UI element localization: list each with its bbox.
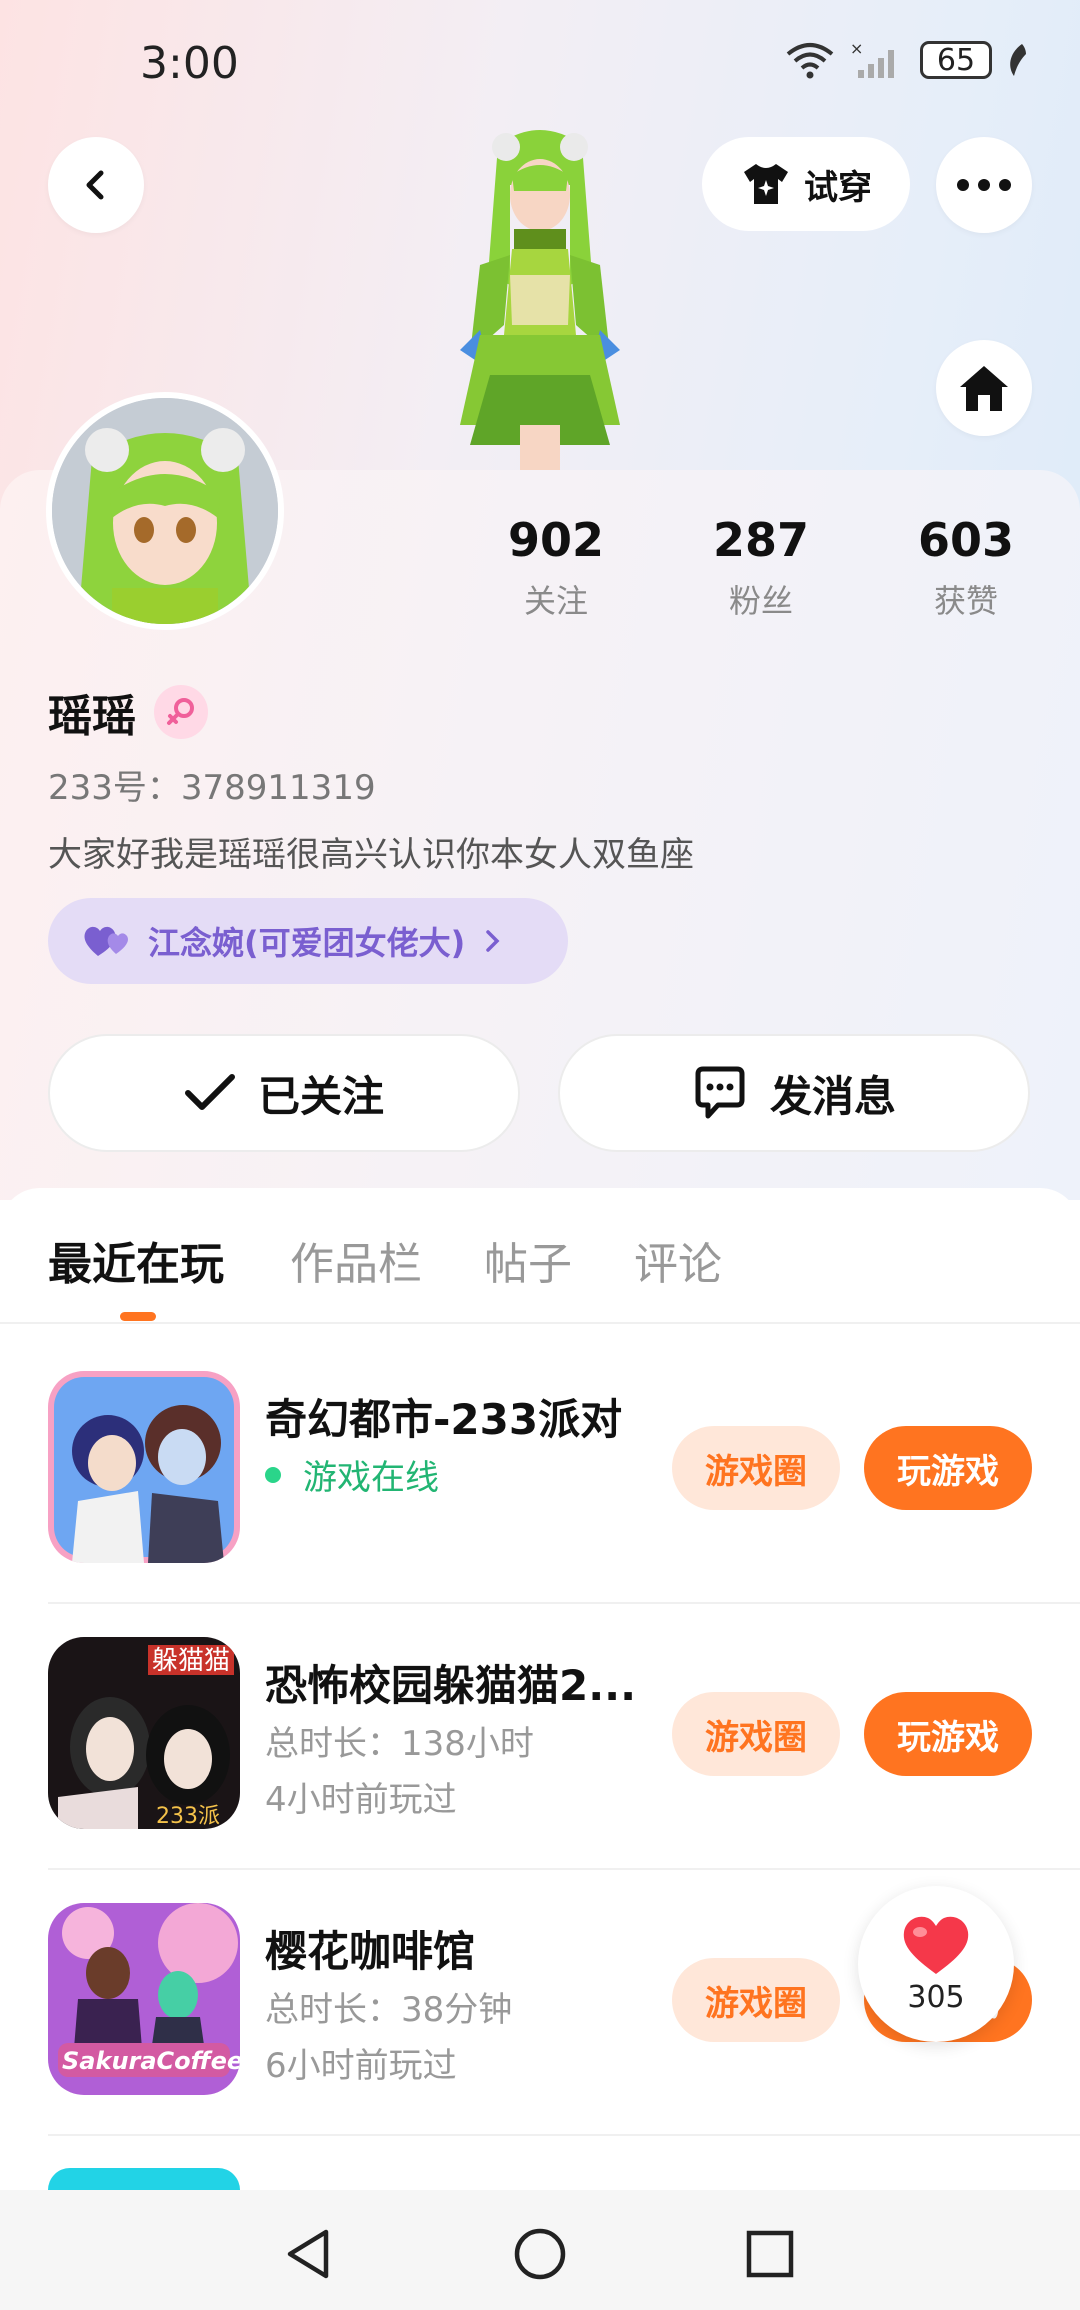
- play-duration: 总时长：138小时: [265, 1724, 534, 1764]
- home-icon: [960, 366, 1008, 411]
- floating-like-button[interactable]: 305: [858, 1886, 1014, 2042]
- send-message-label: 发消息: [769, 1071, 896, 1121]
- last-played: 6小时前玩过: [265, 2046, 457, 2086]
- profile-name-row: 瑶瑶: [48, 680, 208, 744]
- tab-divider: [0, 1322, 1080, 1324]
- more-dots-icon: [957, 179, 1011, 191]
- tshirt-icon: [744, 164, 788, 204]
- battery-indicator: 65: [920, 41, 992, 79]
- stat-fans[interactable]: 287 粉丝: [681, 512, 841, 622]
- game-list-item[interactable]: 躲猫猫 233派 恐怖校园躲猫猫2... 总时长：138小时 4小时前玩过 游戏…: [0, 1604, 1080, 1870]
- stat-value: 603: [917, 513, 1015, 567]
- wifi-icon: [786, 43, 834, 79]
- user-id: 233号：378911319: [48, 768, 376, 808]
- back-button[interactable]: [48, 137, 144, 233]
- more-options-button[interactable]: [936, 137, 1032, 233]
- last-played: 4小时前玩过: [265, 1780, 457, 1820]
- play-game-button[interactable]: 玩游戏: [864, 1692, 1032, 1776]
- stat-label: 关注: [523, 582, 588, 620]
- game-icon-partial: [48, 2168, 240, 2190]
- game-title: 樱花咖啡馆: [265, 1927, 476, 1976]
- nav-back-icon[interactable]: [282, 2226, 338, 2282]
- game-circle-button[interactable]: 游戏圈: [672, 1958, 840, 2042]
- play-duration: 总时长：38分钟: [265, 1990, 513, 2030]
- try-on-label: 试穿: [804, 167, 872, 208]
- followed-button[interactable]: 已关注: [48, 1034, 520, 1152]
- stat-value: 287: [712, 513, 810, 567]
- status-time: 3:00: [140, 38, 239, 89]
- game-icon-image: 躲猫猫 233派: [48, 1637, 240, 1829]
- leaf-icon: [1010, 44, 1026, 76]
- followed-label: 已关注: [257, 1071, 384, 1121]
- row-divider: [48, 2134, 1080, 2136]
- svg-text:233派: 233派: [156, 1804, 220, 1829]
- signal-icon: ×: [850, 40, 894, 78]
- stat-value: 902: [507, 513, 605, 567]
- game-title: 恐怖校园躲猫猫2...: [265, 1661, 637, 1710]
- stat-following[interactable]: 902 关注: [476, 512, 636, 622]
- check-icon: [184, 1074, 235, 1110]
- tab-comments[interactable]: 评论: [634, 1228, 722, 1292]
- try-on-button[interactable]: 试穿: [702, 137, 910, 231]
- stat-likes[interactable]: 603 获赞: [886, 512, 1046, 622]
- svg-text:SakuraCoffee: SakuraCoffee: [62, 2047, 240, 2075]
- nav-home-icon[interactable]: [512, 2226, 568, 2282]
- home-button[interactable]: [936, 340, 1032, 436]
- chevron-right-icon: [486, 930, 500, 952]
- game-circle-button[interactable]: 游戏圈: [672, 1692, 840, 1776]
- tab-posts[interactable]: 帖子: [484, 1228, 572, 1292]
- double-heart-icon: [84, 926, 128, 956]
- status-bar: 3:00 × 65: [0, 0, 1080, 130]
- tab-works[interactable]: 作品栏: [290, 1228, 422, 1292]
- svg-text:躲猫猫: 躲猫猫: [152, 1646, 230, 1676]
- profile-bio: 大家好我是瑶瑶很高兴认识你本女人双鱼座: [48, 835, 694, 875]
- chevron-left-icon: [86, 170, 104, 200]
- chat-bubble-icon: [695, 1066, 745, 1119]
- game-icon-image: SakuraCoffee: [48, 1903, 240, 2095]
- game-title: 奇幻都市-233派对: [265, 1395, 623, 1444]
- game-circle-button[interactable]: 游戏圈: [672, 1426, 840, 1510]
- status-icons: × 65: [784, 40, 1028, 80]
- tab-recently-played[interactable]: 最近在玩: [48, 1228, 224, 1292]
- stat-label: 获赞: [933, 582, 998, 620]
- profile-name: 瑶瑶: [48, 691, 136, 742]
- play-game-button[interactable]: 玩游戏: [864, 1426, 1032, 1510]
- avatar[interactable]: [46, 392, 284, 630]
- heart-icon: [903, 1916, 969, 1974]
- avatar-3d-figure: [420, 125, 660, 475]
- stat-label: 粉丝: [728, 582, 793, 620]
- game-list-item[interactable]: 奇幻都市-233派对 游戏在线 游戏圈 玩游戏: [0, 1338, 1080, 1604]
- online-dot-icon: [265, 1466, 281, 1483]
- cp-relation-chip[interactable]: 江念婉(可爱团女佬大): [48, 898, 568, 984]
- nav-recents-icon[interactable]: [742, 2226, 798, 2282]
- online-status: 游戏在线: [265, 1450, 439, 1499]
- female-gender-icon: [154, 685, 208, 739]
- like-count: 305: [907, 1979, 965, 2015]
- game-icon-image: [48, 1371, 240, 1563]
- send-message-button[interactable]: 发消息: [558, 1034, 1030, 1152]
- online-status-label: 游戏在线: [303, 1458, 439, 1498]
- active-tab-indicator: [120, 1312, 156, 1321]
- svg-text:×: ×: [850, 40, 863, 58]
- cp-label: 江念婉(可爱团女佬大): [148, 924, 466, 962]
